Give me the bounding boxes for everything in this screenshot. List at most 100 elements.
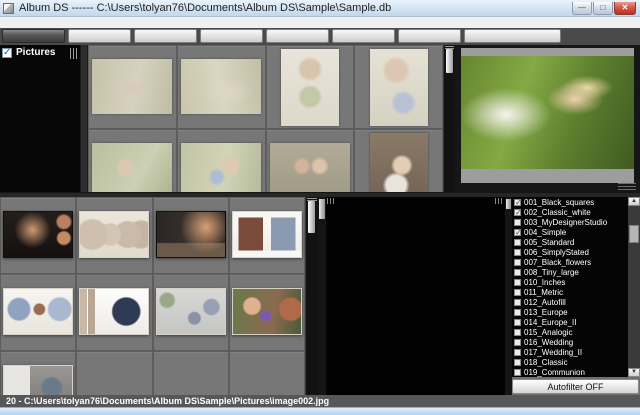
- style-list-item-004-simple[interactable]: 004_Simple: [512, 227, 628, 237]
- sheet-thumbnail-cell[interactable]: [0, 197, 76, 274]
- photo-thumbnail[interactable]: [92, 59, 172, 114]
- sheet-thumbnail[interactable]: [79, 211, 149, 258]
- style-list-item-005-standard[interactable]: 005_Standard: [512, 237, 628, 247]
- sheet-thumbnail[interactable]: [3, 288, 73, 335]
- sheet-thumbnail-cell[interactable]: [0, 274, 76, 351]
- styles-list-scrollbar[interactable]: ▲ ▼: [628, 197, 640, 377]
- tab-masks[interactable]: [134, 29, 197, 43]
- picture-thumbnail-cell[interactable]: [266, 129, 355, 192]
- autofilter-button[interactable]: Autofilter OFF: [512, 379, 639, 394]
- scrollbar-thumb[interactable]: [319, 199, 325, 219]
- style-checkbox[interactable]: [514, 219, 521, 226]
- tab-frames[interactable]: [332, 29, 395, 43]
- sheet-preview-left-scrollbar[interactable]: [318, 197, 326, 395]
- style-checkbox[interactable]: [514, 249, 521, 256]
- tab-backgrounds[interactable]: [200, 29, 263, 43]
- pictures-grid-scrollbar[interactable]: [443, 45, 455, 192]
- tab-sheets[interactable]: [68, 29, 131, 43]
- style-list-item-015-analogic[interactable]: 015_Analogic: [512, 327, 628, 337]
- sheet-thumbnail-cell[interactable]: [153, 351, 229, 395]
- photo-thumbnail[interactable]: [370, 49, 428, 126]
- photo-thumbnail[interactable]: [270, 143, 350, 192]
- style-checkbox[interactable]: [514, 209, 521, 216]
- style-list-item-013-europe[interactable]: 013_Europe: [512, 307, 628, 317]
- photo-thumbnail[interactable]: [181, 143, 261, 192]
- close-button[interactable]: ✕: [614, 2, 636, 15]
- vertical-splitter[interactable]: [80, 45, 88, 192]
- style-list-item-019-communion[interactable]: 019_Communion: [512, 367, 628, 377]
- style-checkbox[interactable]: [514, 329, 521, 336]
- style-checkbox[interactable]: [514, 299, 521, 306]
- tab-pictures[interactable]: [2, 29, 65, 43]
- style-checkbox[interactable]: [514, 199, 521, 206]
- sheet-thumbnail[interactable]: [3, 211, 73, 258]
- sheet-thumbnail-cell[interactable]: [0, 351, 76, 395]
- style-list-item-011-metric[interactable]: 011_Metric: [512, 287, 628, 297]
- picture-thumbnail-cell[interactable]: [354, 45, 443, 129]
- style-checkbox[interactable]: [514, 259, 521, 266]
- sheet-thumbnail-cell[interactable]: [76, 351, 152, 395]
- scrollbar-thumb[interactable]: [629, 225, 639, 243]
- photo-thumbnail[interactable]: [181, 59, 261, 114]
- style-list-item-012-autofill[interactable]: 012_Autofill: [512, 297, 628, 307]
- sheet-thumbnail-cell[interactable]: [229, 197, 305, 274]
- style-list-item-016-wedding[interactable]: 016_Wedding: [512, 337, 628, 347]
- tree-splitter-grip[interactable]: [70, 48, 78, 59]
- sheet-thumbnail[interactable]: [232, 288, 302, 335]
- style-list-item-003-mydesignerstudio[interactable]: 003_MyDesignerStudio: [512, 217, 628, 227]
- sheet-preview-grip-left[interactable]: [327, 198, 336, 204]
- sheet-preview-grip-right[interactable]: [495, 198, 504, 204]
- tab-clipart[interactable]: [266, 29, 329, 43]
- style-checkbox[interactable]: [514, 239, 521, 246]
- scrollbar-thumb[interactable]: [308, 201, 315, 233]
- preview-resize-grip[interactable]: [618, 183, 636, 190]
- sheet-thumbnail-cell[interactable]: [229, 351, 305, 395]
- title-bar[interactable]: Album DS ------ C:\Users\tolyan76\Docume…: [0, 0, 640, 17]
- style-checkbox[interactable]: [514, 289, 521, 296]
- style-list-item-006-simplystated[interactable]: 006_SimplyStated: [512, 247, 628, 257]
- sheet-thumbnail-cell[interactable]: [153, 197, 229, 274]
- sheet-thumbnail-cell[interactable]: [229, 274, 305, 351]
- style-list-item-018-classic[interactable]: 018_Classic: [512, 357, 628, 367]
- style-list-item-002-classic-white[interactable]: 002_Classic_white: [512, 207, 628, 217]
- scrollbar-thumb[interactable]: [506, 199, 511, 209]
- photo-thumbnail[interactable]: [370, 133, 428, 192]
- style-checkbox[interactable]: [514, 309, 521, 316]
- preview-photo[interactable]: [461, 56, 634, 169]
- style-list-item-010-inches[interactable]: 010_Inches: [512, 277, 628, 287]
- sheet-thumbnail-cell[interactable]: [76, 274, 152, 351]
- picture-thumbnail-cell[interactable]: [266, 45, 355, 129]
- pictures-tree-checkbox[interactable]: [2, 48, 12, 58]
- sheet-thumbnail[interactable]: [232, 211, 302, 258]
- tree-item-pictures[interactable]: Pictures: [0, 45, 80, 60]
- picture-thumbnail-cell[interactable]: [88, 45, 177, 129]
- scroll-down-arrow-icon[interactable]: ▼: [628, 368, 640, 377]
- style-checkbox[interactable]: [514, 369, 521, 376]
- style-checkbox[interactable]: [514, 229, 521, 236]
- sheets-grid-scrollbar[interactable]: [305, 197, 318, 395]
- photo-thumbnail[interactable]: [281, 49, 339, 126]
- style-checkbox[interactable]: [514, 349, 521, 356]
- maximize-button[interactable]: □: [593, 2, 613, 15]
- style-checkbox[interactable]: [514, 339, 521, 346]
- sheet-thumbnail-cell[interactable]: [153, 274, 229, 351]
- tab-extras[interactable]: [464, 29, 561, 43]
- sheet-preview-right-scrollbar[interactable]: [505, 197, 512, 395]
- style-list-item-008-tiny-large[interactable]: 008_Tiny_large: [512, 267, 628, 277]
- picture-thumbnail-cell[interactable]: [88, 129, 177, 192]
- photo-thumbnail[interactable]: [92, 143, 172, 192]
- sheet-thumbnail[interactable]: [156, 211, 226, 258]
- picture-thumbnail-cell[interactable]: [177, 129, 266, 192]
- sheet-thumbnail-cell[interactable]: [76, 197, 152, 274]
- style-checkbox[interactable]: [514, 279, 521, 286]
- minimize-button[interactable]: —: [572, 2, 592, 15]
- tab-styles[interactable]: [398, 29, 461, 43]
- sheet-thumbnail[interactable]: [156, 288, 226, 335]
- style-list-item-017-wedding-ii[interactable]: 017_Wedding_II: [512, 347, 628, 357]
- style-list-item-001-black-squares[interactable]: 001_Black_squares: [512, 197, 628, 207]
- sheet-thumbnail[interactable]: [3, 365, 73, 395]
- style-checkbox[interactable]: [514, 359, 521, 366]
- picture-thumbnail-cell[interactable]: [354, 129, 443, 192]
- style-checkbox[interactable]: [514, 319, 521, 326]
- scrollbar-thumb[interactable]: [446, 49, 453, 73]
